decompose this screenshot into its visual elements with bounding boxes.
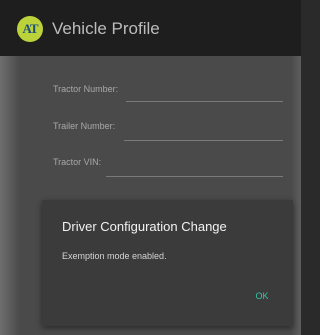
dialog-message: Exemption mode enabled.	[62, 251, 167, 261]
trailer-number-label: Trailer Number:	[53, 121, 116, 131]
app-logo: AT	[17, 16, 43, 42]
trailer-number-input[interactable]	[124, 140, 283, 141]
app-bar: AT Vehicle Profile	[0, 0, 301, 56]
tractor-vin-label: Tractor VIN:	[53, 157, 102, 167]
tractor-vin-input[interactable]	[106, 176, 283, 177]
tractor-number-input[interactable]	[126, 101, 283, 102]
app-logo-text: AT	[22, 21, 38, 36]
tractor-number-label: Tractor Number:	[53, 84, 119, 94]
dialog-title: Driver Configuration Change	[62, 219, 227, 234]
background-edge-left	[0, 56, 20, 335]
ok-button[interactable]: OK	[247, 284, 277, 308]
driver-configuration-dialog: Driver Configuration Change Exemption mo…	[42, 200, 293, 326]
page-title: Vehicle Profile	[52, 19, 160, 38]
